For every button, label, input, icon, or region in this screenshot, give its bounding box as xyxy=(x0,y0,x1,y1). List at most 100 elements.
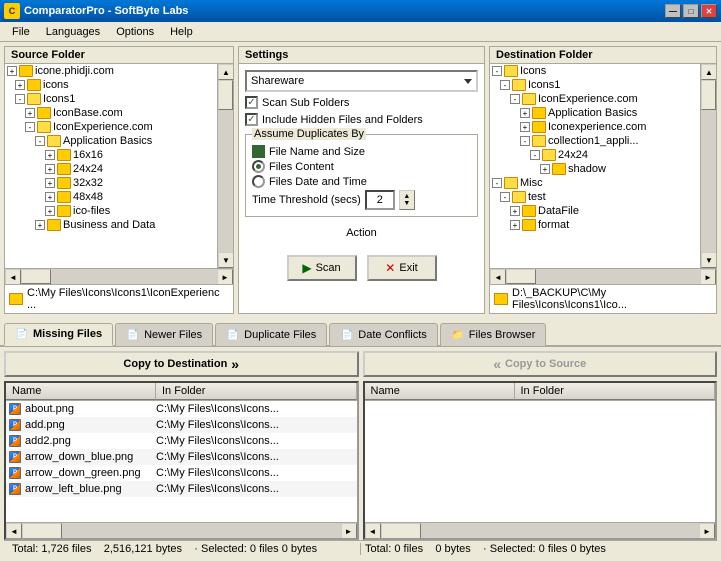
hscroll-track[interactable] xyxy=(21,269,217,284)
tree-item[interactable]: - collection1_appli... xyxy=(490,134,700,148)
scroll-thumb[interactable] xyxy=(218,80,233,110)
close-button[interactable]: ✕ xyxy=(701,4,717,18)
tree-item[interactable]: + shadow xyxy=(490,162,700,176)
tree-item[interactable]: + 16x16 xyxy=(5,148,217,162)
tree-item[interactable]: - IconExperience.com xyxy=(490,92,700,106)
include-hidden-checkbox[interactable]: ✓ Include Hidden Files and Folders xyxy=(245,113,478,126)
dest-hscrollbar[interactable]: ◄ ► xyxy=(490,268,716,284)
tree-item[interactable]: + DataFile xyxy=(490,204,700,218)
tab-date-conflicts[interactable]: 📄 Date Conflicts xyxy=(329,323,437,346)
tree-item[interactable]: + Iconexperience.com xyxy=(490,120,700,134)
list-item[interactable]: P arrow_down_green.png C:\My Files\Icons… xyxy=(6,465,357,481)
tree-item[interactable]: + format xyxy=(490,218,700,232)
tree-item[interactable]: - Icons xyxy=(490,64,700,78)
tree-item[interactable]: + 32x32 xyxy=(5,176,217,190)
scroll-thumb[interactable] xyxy=(701,80,716,110)
scroll-left-button[interactable]: ◄ xyxy=(490,269,506,285)
scroll-up-button[interactable]: ▲ xyxy=(218,64,233,80)
tree-item[interactable]: + Business and Data xyxy=(5,218,217,232)
expand-icon[interactable]: + xyxy=(45,164,55,174)
menu-options[interactable]: Options xyxy=(108,24,162,40)
hscroll-track[interactable] xyxy=(506,269,700,284)
list-item[interactable]: P add.png C:\My Files\Icons\Icons... xyxy=(6,417,357,433)
list-item[interactable]: P about.png C:\My Files\Icons\Icons... xyxy=(6,401,357,417)
tree-item[interactable]: + icons xyxy=(5,78,217,92)
expand-icon[interactable]: - xyxy=(492,178,502,188)
expand-icon[interactable]: + xyxy=(45,206,55,216)
settings-dropdown[interactable]: Shareware xyxy=(245,70,478,92)
scroll-right-button[interactable]: ► xyxy=(341,523,357,539)
expand-icon[interactable]: + xyxy=(510,220,520,230)
hscroll-thumb[interactable] xyxy=(21,269,51,284)
expand-icon[interactable]: + xyxy=(45,178,55,188)
tree-item[interactable]: - IconExperience.com xyxy=(5,120,217,134)
expand-icon[interactable]: + xyxy=(520,122,530,132)
scroll-left-button[interactable]: ◄ xyxy=(365,523,381,539)
tree-item[interactable]: + 48x48 xyxy=(5,190,217,204)
tab-files-browser[interactable]: 📁 Files Browser xyxy=(440,323,547,346)
maximize-button[interactable]: □ xyxy=(683,4,699,18)
threshold-input[interactable]: 2 xyxy=(365,190,395,210)
menu-languages[interactable]: Languages xyxy=(38,24,108,40)
files-datetime-radio[interactable]: Files Date and Time xyxy=(252,175,471,188)
tree-item[interactable]: + ico-files xyxy=(5,204,217,218)
scroll-right-button[interactable]: ► xyxy=(700,269,716,285)
list-item[interactable]: P arrow_left_blue.png C:\My Files\Icons\… xyxy=(6,481,357,497)
expand-icon[interactable]: - xyxy=(530,150,540,160)
copy-to-source-button[interactable]: « Copy to Source xyxy=(363,351,718,377)
expand-icon[interactable]: + xyxy=(520,108,530,118)
expand-icon[interactable]: + xyxy=(540,164,550,174)
expand-icon[interactable]: - xyxy=(25,122,35,132)
list-item[interactable]: P arrow_down_blue.png C:\My Files\Icons\… xyxy=(6,449,357,465)
copy-to-destination-button[interactable]: Copy to Destination » xyxy=(4,351,359,377)
file-name-size-radio[interactable]: File Name and Size xyxy=(252,145,471,158)
tree-item[interactable]: + 24x24 xyxy=(5,162,217,176)
expand-icon[interactable]: - xyxy=(510,94,520,104)
hscroll-thumb[interactable] xyxy=(506,269,536,284)
expand-icon[interactable]: - xyxy=(15,94,25,104)
scroll-down-button[interactable]: ▼ xyxy=(701,252,716,268)
tree-item[interactable]: + icone.phidji.com xyxy=(5,64,217,78)
hscroll-thumb[interactable] xyxy=(381,523,421,539)
scan-button[interactable]: ▶ Scan xyxy=(287,255,357,281)
dest-tree-scrollbar[interactable]: ▲ ▼ xyxy=(700,64,716,268)
scroll-down-button[interactable]: ▼ xyxy=(218,252,233,268)
hscroll-thumb[interactable] xyxy=(22,523,62,539)
hscroll-track[interactable] xyxy=(22,523,341,539)
right-name-column-header[interactable]: Name xyxy=(365,383,515,400)
expand-icon[interactable]: + xyxy=(7,66,17,76)
scroll-left-button[interactable]: ◄ xyxy=(6,523,22,539)
scroll-track[interactable] xyxy=(701,80,716,252)
menu-help[interactable]: Help xyxy=(162,24,201,40)
tree-item[interactable]: - Misc xyxy=(490,176,700,190)
tree-item[interactable]: - Icons1 xyxy=(490,78,700,92)
minimize-button[interactable]: — xyxy=(665,4,681,18)
tab-newer-files[interactable]: 📄 Newer Files xyxy=(115,323,213,346)
files-content-radio[interactable]: Files Content xyxy=(252,160,471,173)
tree-item[interactable]: - Icons1 xyxy=(5,92,217,106)
right-folder-column-header[interactable]: In Folder xyxy=(515,383,716,400)
expand-icon[interactable]: + xyxy=(45,150,55,160)
scan-subfolders-checkbox[interactable]: ✓ Scan Sub Folders xyxy=(245,96,478,109)
source-tree-scrollbar[interactable]: ▲ ▼ xyxy=(217,64,233,268)
scroll-right-button[interactable]: ► xyxy=(699,523,715,539)
list-item[interactable]: P add2.png C:\My Files\Icons\Icons... xyxy=(6,433,357,449)
left-list-hscrollbar[interactable]: ◄ ► xyxy=(6,522,357,538)
expand-icon[interactable]: - xyxy=(35,136,45,146)
expand-icon[interactable]: - xyxy=(520,136,530,146)
left-folder-column-header[interactable]: In Folder xyxy=(156,383,357,400)
expand-icon[interactable]: + xyxy=(15,80,25,90)
expand-icon[interactable]: + xyxy=(45,192,55,202)
expand-icon[interactable]: - xyxy=(492,66,502,76)
tree-item[interactable]: - 24x24 xyxy=(490,148,700,162)
expand-icon[interactable]: + xyxy=(25,108,35,118)
scroll-track[interactable] xyxy=(218,80,233,252)
tab-duplicate-files[interactable]: 📄 Duplicate Files xyxy=(215,323,327,346)
hscroll-track[interactable] xyxy=(381,523,700,539)
tree-item[interactable]: - Application Basics xyxy=(5,134,217,148)
source-hscrollbar[interactable]: ◄ ► xyxy=(5,268,233,284)
expand-icon[interactable]: + xyxy=(35,220,45,230)
tab-missing-files[interactable]: 📄 Missing Files xyxy=(4,323,113,346)
exit-button[interactable]: ✕ Exit xyxy=(367,255,437,281)
menu-file[interactable]: File xyxy=(4,24,38,40)
